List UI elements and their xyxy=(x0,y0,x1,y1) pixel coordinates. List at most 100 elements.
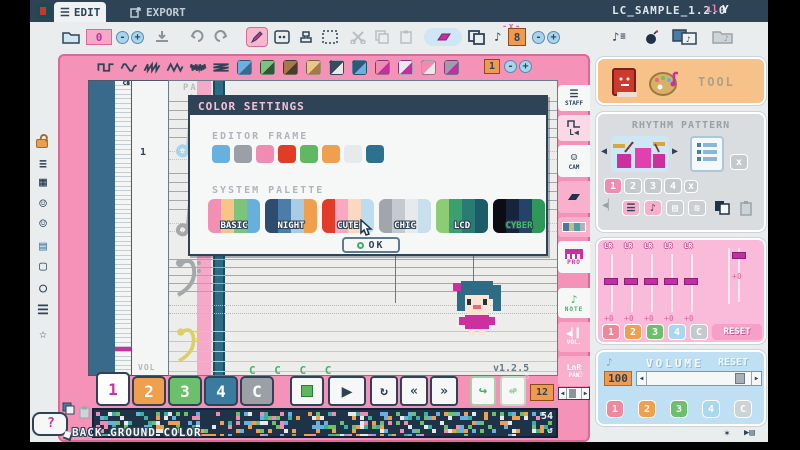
redo-icon[interactable] xyxy=(212,27,228,47)
pan-slider-handle-4[interactable] xyxy=(664,278,678,285)
volume-right-arrow[interactable]: ▶ xyxy=(751,372,761,385)
editor-frame-swatch-4[interactable] xyxy=(278,145,296,163)
palette-lcd[interactable]: LCD xyxy=(436,199,488,233)
note-length-minus-button[interactable]: - xyxy=(532,31,545,44)
cut-icon[interactable] xyxy=(350,27,366,47)
editor-frame-swatch-5[interactable] xyxy=(300,145,318,163)
palette-basic[interactable]: BASIC xyxy=(208,199,260,233)
scroll-handle[interactable] xyxy=(569,389,576,398)
tone-icecream-icon[interactable] xyxy=(234,57,254,77)
eraser-side-button[interactable] xyxy=(558,181,590,213)
smiley-icon[interactable]: ☺ xyxy=(34,196,52,214)
keyboard-icon[interactable]: ▤ xyxy=(34,238,52,256)
stamp-tool-button[interactable] xyxy=(298,27,314,47)
cam-button[interactable]: ☺ CAM xyxy=(558,145,590,177)
channel-tab-4[interactable]: 4 xyxy=(204,376,238,406)
loop-play-button[interactable]: ↻ xyxy=(370,376,398,406)
rhythm-paste-icon[interactable] xyxy=(738,200,754,216)
smiley-open-icon[interactable]: ☺ xyxy=(34,216,52,234)
pan-slider-handle-2[interactable] xyxy=(624,278,638,285)
editor-frame-swatch-2[interactable] xyxy=(234,145,252,163)
mixer-channel-1[interactable]: 1 xyxy=(602,324,620,340)
volume-reset-button[interactable]: RESET xyxy=(718,357,748,368)
palette-chic[interactable]: CHIC xyxy=(379,199,431,233)
palette-strip-button[interactable] xyxy=(558,217,590,237)
master-slider-handle[interactable] xyxy=(732,252,746,259)
rhythm-prev-arrow[interactable]: ◀ xyxy=(601,146,607,157)
song-screens-button[interactable]: ♪ xyxy=(672,27,698,47)
volume-channel-2[interactable]: 2 xyxy=(638,400,656,418)
tone-bird-icon[interactable] xyxy=(280,57,300,77)
pro-mode-button[interactable]: PRO xyxy=(558,241,590,273)
note-view-button[interactable]: ♪ NOTE xyxy=(558,288,590,318)
rhythm-copy-icon[interactable] xyxy=(714,200,730,216)
staff-view-button[interactable]: ☰ STAFF xyxy=(558,85,590,111)
checker-noise-icon[interactable] xyxy=(211,57,231,77)
vol-view-button[interactable]: ◀▎▍ VOL. xyxy=(558,322,590,352)
rhythm-note-button[interactable]: ♪ xyxy=(644,200,662,216)
list-star-icon[interactable]: ☆ xyxy=(34,326,52,344)
tone-jump-button[interactable]: L◀ xyxy=(558,115,590,141)
palette-tool-icon[interactable] xyxy=(648,67,682,99)
page-icon[interactable]: ▢ xyxy=(34,258,52,276)
song-list-button[interactable]: ♪ ≡ xyxy=(612,27,626,47)
tone-flag-icon[interactable] xyxy=(441,57,461,77)
loop-plus-button[interactable]: + xyxy=(131,31,144,44)
pan-slider-handle-1[interactable] xyxy=(604,278,618,285)
dialog-titlebar[interactable]: COLOR SETTINGS xyxy=(190,97,546,115)
note-brush-button[interactable] xyxy=(274,27,290,47)
staff-lines-icon[interactable]: ≡ xyxy=(34,156,52,174)
list-icon[interactable]: ☰ xyxy=(34,302,52,320)
repeat-bar-button[interactable]: ↪ xyxy=(470,376,496,406)
pencil-tool-button[interactable] xyxy=(246,27,268,47)
editor-frame-swatch-3[interactable] xyxy=(256,145,274,163)
palette-cyber[interactable]: CYBER xyxy=(493,199,545,233)
editor-frame-swatch-8[interactable] xyxy=(366,145,384,163)
palette-night[interactable]: NIGHT xyxy=(265,199,317,233)
lock-open-icon[interactable] xyxy=(34,133,54,148)
song-folder-button[interactable]: ♪ xyxy=(712,27,736,47)
rhythm-wave-button[interactable]: ≋ xyxy=(688,200,706,216)
mixer-channel-C[interactable]: C xyxy=(690,324,708,340)
sine-wave-icon[interactable] xyxy=(119,57,139,77)
mixer-channel-4[interactable]: 4 xyxy=(668,324,686,340)
rhythm-next-arrow[interactable]: ▶ xyxy=(672,146,678,157)
editor-frame-swatch-7[interactable] xyxy=(344,145,362,163)
duplicate-page-icon[interactable] xyxy=(468,27,486,47)
pan-slider-handle-3[interactable] xyxy=(644,278,658,285)
volume-left-arrow[interactable]: ◀ xyxy=(637,372,647,385)
pan-slider-handle-5[interactable] xyxy=(684,278,698,285)
channel-tab-C[interactable]: C xyxy=(240,376,274,406)
tone-cat-icon[interactable] xyxy=(326,57,346,77)
volume-channel-4[interactable]: 4 xyxy=(702,400,720,418)
repeat-song-button[interactable]: ↫ xyxy=(500,376,526,406)
select-tool-button[interactable] xyxy=(322,27,338,47)
channel-tab-2[interactable]: 2 xyxy=(132,376,166,406)
circle-tool-icon[interactable]: ○ xyxy=(34,280,52,298)
rewind-button[interactable]: « xyxy=(400,376,428,406)
rhythm-mute-icon[interactable]: ◀▏ xyxy=(602,200,614,211)
open-folder-button[interactable] xyxy=(62,27,80,47)
tone-l-icon[interactable] xyxy=(372,57,392,77)
play-button[interactable]: ▶ xyxy=(328,376,366,406)
ok-button[interactable]: OK xyxy=(342,237,400,253)
rhythm-close-button[interactable]: x xyxy=(730,154,748,170)
tone-minus-button[interactable]: - xyxy=(504,60,517,73)
footer-play-clip-icon[interactable]: ▶▤ xyxy=(744,428,755,438)
tone-sushi-icon[interactable] xyxy=(257,57,277,77)
bomb-clear-button[interactable] xyxy=(644,27,659,47)
scroll-right-arrow[interactable]: ▶ xyxy=(581,388,589,399)
rhythm-sprite-box[interactable] xyxy=(611,136,669,172)
tone-cup-icon[interactable] xyxy=(395,57,415,77)
editor-frame-swatch-6[interactable] xyxy=(322,145,340,163)
tab-export[interactable]: EXPORT xyxy=(124,2,192,22)
channel-tab-3[interactable]: 3 xyxy=(168,376,202,406)
mixer-channel-3[interactable]: 3 xyxy=(646,324,664,340)
volume-channel-C[interactable]: C xyxy=(734,400,752,418)
paste-icon[interactable] xyxy=(398,27,414,47)
volume-scrollbar[interactable]: ◀ ▶ xyxy=(636,371,762,386)
tab-edit[interactable]: ☰ EDIT xyxy=(54,2,107,22)
rhythm-slot-x[interactable]: x xyxy=(684,180,698,193)
editor-frame-swatch-1[interactable] xyxy=(212,145,230,163)
song-scrollbar[interactable]: ◀ ▶ xyxy=(558,387,590,400)
